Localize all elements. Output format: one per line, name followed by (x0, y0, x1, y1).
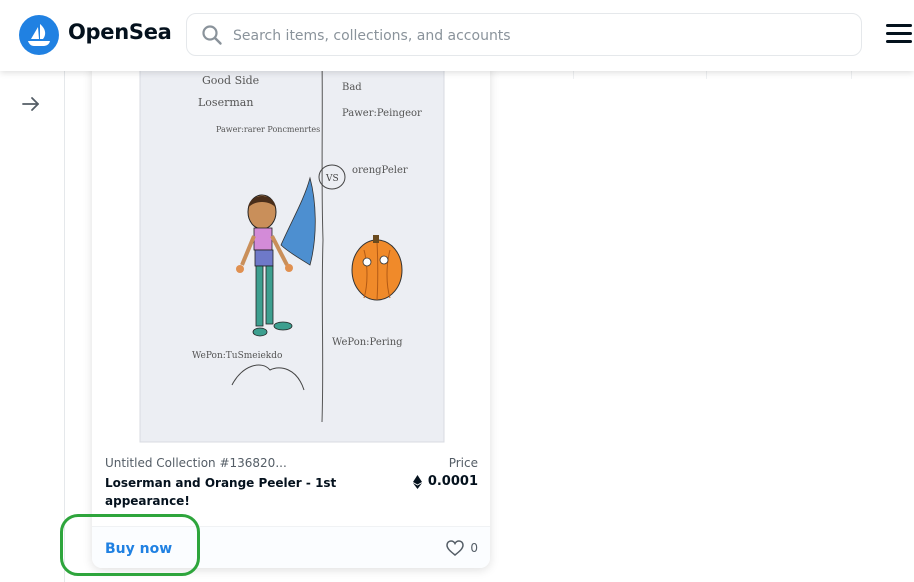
buy-now-button[interactable]: Buy now (105, 541, 172, 557)
card-footer: Buy now 0 (92, 526, 490, 568)
collection-name[interactable]: Untitled Collection #136820... (105, 456, 305, 470)
drawing-text: WePon:Pering (332, 337, 403, 348)
search-input[interactable] (231, 14, 835, 57)
hamburger-menu-icon[interactable] (886, 24, 912, 46)
drawing-text: WePon:TuSmeiekdo (192, 351, 282, 361)
price-amount: 0.0001 (427, 474, 478, 489)
grid-divider (706, 71, 707, 79)
drawing-text: Loserman (198, 96, 253, 109)
drawing-text: Good Side (202, 74, 259, 87)
nft-card[interactable]: Good Side Loserman Pawer:rarer Poncmenrt… (92, 60, 490, 568)
nft-title[interactable]: Loserman and Orange Peeler - 1st appeara… (105, 474, 345, 510)
price-label: Price (448, 456, 478, 470)
top-navbar: OpenSea (0, 0, 914, 71)
like-count: 0 (470, 541, 478, 555)
nft-image[interactable]: Good Side Loserman Pawer:rarer Poncmenrt… (92, 60, 490, 445)
drawing-text: VS (325, 174, 339, 184)
opensea-logo-icon[interactable] (19, 15, 59, 55)
search-icon (202, 25, 222, 45)
grid-divider (573, 71, 574, 79)
opensea-logo-text[interactable]: OpenSea (68, 20, 172, 44)
filter-sidebar (0, 71, 65, 582)
drawing-text: Pawer:Peingeor (342, 108, 422, 119)
drawing-text: Pawer:rarer Poncmenrtes (216, 125, 320, 134)
child-drawing-image: Good Side Loserman Pawer:rarer Poncmenrt… (139, 60, 445, 443)
drawing-text: Bad (342, 82, 362, 93)
drawing-text: orengPeler (352, 165, 408, 176)
favorite-button[interactable]: 0 (446, 540, 478, 556)
search-bar[interactable] (186, 13, 862, 57)
grid-divider (851, 71, 852, 79)
expand-arrow-icon[interactable] (20, 93, 42, 115)
price-value: 0.0001 (412, 474, 478, 489)
heart-icon[interactable] (446, 540, 465, 556)
ethereum-icon (412, 474, 422, 489)
